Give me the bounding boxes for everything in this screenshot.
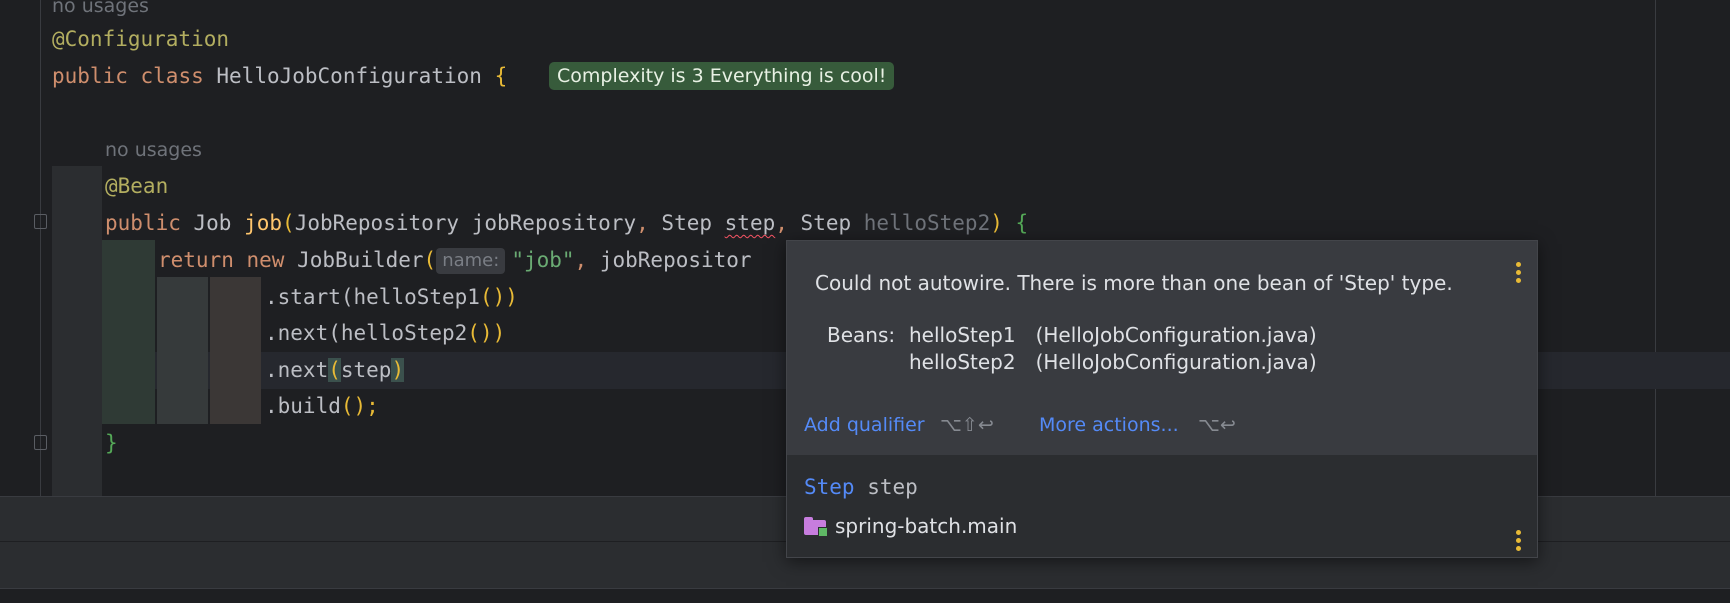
keyword: return [158,248,234,272]
kebab-menu-icon[interactable] [1516,262,1522,286]
brace: { [494,64,508,88]
indent-guide [157,277,208,424]
paren: ()) [479,285,518,309]
bean-entry[interactable]: helloStep1 (HelloJobConfiguration.java) [909,323,1317,347]
parameter-hint: name: [436,248,506,274]
param-type: Step [661,211,712,235]
add-qualifier-link[interactable]: Add qualifier [804,414,925,436]
indent-guide [102,240,155,424]
code-line-4: public Job job(JobRepository jobReposito… [105,205,1028,241]
matched-paren: ( [328,358,341,382]
param-type: JobRepository [294,211,460,235]
code-line-6: .start(helloStep1()) [265,279,518,315]
class-ref: JobBuilder [297,248,424,272]
annotation-configuration: @Configuration [52,27,230,51]
more-actions-link[interactable]: More actions... [1039,414,1179,436]
method-call: .start( [265,285,354,309]
param-name-error[interactable]: step [725,211,776,235]
keyword: new [246,248,285,272]
paren: ()) [467,321,506,345]
right-margin-guide [1655,0,1656,496]
bottom-strip [0,588,1730,603]
string-literal: "job" [511,248,575,272]
method-call: helloStep1 [353,285,480,309]
paren: (); [340,394,379,418]
fold-toggle-icon[interactable] [34,435,47,450]
keyword: public [105,211,181,235]
comma: , [574,248,588,272]
comma: , [636,211,649,235]
method-call: .next( [265,321,341,345]
bean-name: helloStep1 [909,323,1016,347]
identifier: step [340,358,392,382]
method-call: .build [265,394,341,418]
code-line-5: return new JobBuilder(name: "job", jobRep… [158,242,752,278]
gutter-divider [40,0,41,496]
beans-label: Beans: [827,323,896,347]
brace: } [105,431,118,455]
bean-name: helloStep2 [909,350,1016,374]
code-line-1: @Configuration [52,21,229,57]
indent-guide [52,166,102,496]
module-folder-icon [804,517,828,537]
paren: ( [423,248,437,272]
add-qualifier-shortcut: ⌥⇧↩ [940,414,994,436]
bean-file: (HelloJobConfiguration.java) [1035,323,1317,347]
return-type: Job [193,211,232,235]
fold-toggle-icon[interactable] [34,214,47,229]
param-name: jobRepository [471,211,637,235]
code-line-2: public class HelloJobConfiguration { [52,58,507,94]
code-line-7: .next(helloStep2()) [265,315,505,351]
code-line-3: @Bean [105,168,168,204]
matched-paren: ) [391,358,405,382]
indent-guide [210,277,261,424]
declaration-info: Step step [804,475,918,499]
module-name: spring-batch.main [835,514,1018,538]
identifier: jobRepositor [599,248,752,272]
method-call: .next [265,358,329,382]
declaration-type[interactable]: Step [804,475,855,499]
method-call: helloStep2 [340,321,468,345]
code-line-10: } [105,425,118,461]
annotation-bean: @Bean [105,174,169,198]
bean-entry[interactable]: helloStep2 (HelloJobConfiguration.java) [909,350,1317,374]
code-line-9: .build(); [265,388,379,424]
autowire-error-popup[interactable]: Could not autowire. There is more than o… [786,240,1538,558]
param-type: Step [800,211,852,235]
keyword: class [140,64,204,88]
module-info[interactable]: spring-batch.main [804,514,1017,538]
brace: { [1015,211,1029,235]
bean-file: (HelloJobConfiguration.java) [1035,350,1317,374]
param-name-unused: helloStep2 [863,211,991,235]
paren: ) [990,211,1003,235]
usage-hint[interactable]: no usages [105,132,202,168]
more-actions-shortcut: ⌥↩ [1198,414,1236,436]
method-name[interactable]: job [244,211,282,235]
declaration-name: step [867,475,918,499]
error-message: Could not autowire. There is more than o… [815,271,1453,295]
keyword: public [52,64,128,88]
class-name[interactable]: HelloJobConfiguration [216,64,482,88]
code-line-8: .next(step) [265,352,405,388]
complexity-badge: Complexity is 3 Everything is cool! [549,62,895,90]
comma: , [775,211,788,235]
paren: ( [282,211,295,235]
kebab-menu-icon[interactable] [1516,530,1522,554]
